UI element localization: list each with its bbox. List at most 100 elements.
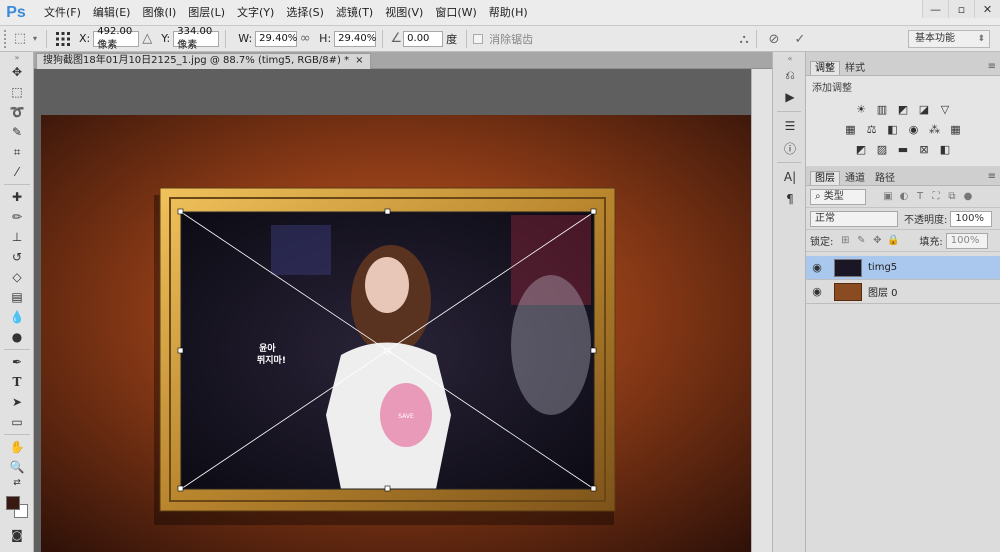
tab-styles[interactable]: 样式 [840,61,870,75]
tab-adjustments[interactable]: 调整 [810,61,840,75]
brush-tool-icon[interactable]: ✏ [0,207,34,227]
menu-image[interactable]: 图像(I) [136,0,182,26]
angle-input[interactable]: 0.00 [403,30,444,47]
invert-icon[interactable]: ◩ [852,141,870,157]
color-balance-icon[interactable]: ⚖ [863,121,881,137]
antialias-checkbox[interactable] [473,33,484,44]
hand-tool-icon[interactable]: ✋ [0,437,34,457]
delta-icon[interactable]: △ [139,30,155,48]
x-input[interactable]: 492.00 像素 [93,26,140,51]
filter-smart-icon[interactable]: ⧉ [944,189,960,205]
color-lookup-icon[interactable]: ▦ [947,121,965,137]
exposure-icon[interactable]: ◪ [915,101,933,117]
move-tool-icon[interactable]: ✥ [0,62,34,82]
filter-pixel-icon[interactable]: ▣ [880,189,896,205]
panel-menu-icon[interactable]: ≡ [988,61,996,72]
selective-color-icon[interactable]: ⊠ [915,141,933,157]
quick-mask-icon[interactable]: ◙ [0,525,34,545]
marquee-tool-icon[interactable]: ⬚ [0,82,34,102]
foreground-color-swatch[interactable] [6,496,20,510]
visibility-eye-icon[interactable]: ◉ [806,285,828,298]
menu-view[interactable]: 视图(V) [379,0,429,26]
lasso-tool-icon[interactable]: ➰ [0,102,34,122]
blend-mode-select[interactable]: 正常 [810,210,898,227]
fill-input[interactable]: 100% [945,232,988,249]
menu-edit[interactable]: 编辑(E) [87,0,137,26]
filter-type-icon[interactable]: T [912,189,928,205]
history-brush-icon[interactable]: ↺ [0,247,34,267]
menu-file[interactable]: 文件(F) [38,0,87,26]
restore-button[interactable]: ▫ [948,0,974,18]
paragraph-icon[interactable]: ¶ [773,188,807,210]
vertical-scrollbar[interactable] [751,69,772,552]
gradient-map-icon[interactable]: ◧ [936,141,954,157]
workspace-select[interactable]: 基本功能 [908,30,990,48]
brightness-icon[interactable]: ☀ [852,101,870,117]
lock-transparent-icon[interactable]: ⊞ [837,233,853,249]
info-icon[interactable]: ⓘ [773,137,807,159]
layer-name[interactable]: timg5 [868,262,897,273]
layer-name[interactable]: 图层 0 [868,284,898,299]
dodge-tool-icon[interactable]: ● [0,327,34,347]
levels-icon[interactable]: ▥ [873,101,891,117]
channel-mixer-icon[interactable]: ⁂ [926,121,944,137]
layer-filter-select[interactable]: ⌕ 类型 [810,188,866,205]
menu-layer[interactable]: 图层(L) [182,0,231,26]
lock-position-icon[interactable]: ✥ [869,233,885,249]
commit-transform-icon[interactable]: ✓ [790,30,810,48]
layer-row[interactable]: ◉ timg5 [806,256,1000,280]
properties-icon[interactable]: ☰ [773,115,807,137]
clone-stamp-icon[interactable]: ⊥ [0,227,34,247]
menu-filter[interactable]: 滤镜(T) [330,0,379,26]
swap-colors-icon[interactable]: ⇄ [0,477,34,489]
reference-point-icon[interactable] [53,30,73,48]
history-icon[interactable]: ⎌ [773,64,807,86]
type-tool-icon[interactable]: T [0,372,34,392]
panel-menu-icon[interactable]: ≡ [988,171,996,182]
transform-tool-icon[interactable]: ⬚ [10,30,30,48]
blur-tool-icon[interactable]: 💧 [0,307,34,327]
menu-select[interactable]: 选择(S) [280,0,330,26]
menu-type[interactable]: 文字(Y) [231,0,280,26]
vibrance-icon[interactable]: ▽ [936,101,954,117]
quick-select-tool-icon[interactable]: ✎ [0,122,34,142]
height-input[interactable]: 29.40% [334,30,376,47]
opacity-input[interactable]: 100% [950,210,993,227]
path-select-icon[interactable]: ➤ [0,392,34,412]
healing-brush-icon[interactable]: ✚ [0,187,34,207]
tab-channels[interactable]: 通道 [840,171,870,185]
close-button[interactable]: ✕ [974,0,1000,18]
toolbox-collapse-icon[interactable]: » [0,52,34,62]
hue-saturation-icon[interactable]: ▦ [842,121,860,137]
layer-row[interactable]: ◉ 图层 0 [806,280,1000,304]
photo-filter-icon[interactable]: ◉ [905,121,923,137]
filter-toggle-icon[interactable]: ● [960,189,976,205]
visibility-eye-icon[interactable]: ◉ [806,261,828,274]
cancel-transform-icon[interactable]: ⊘ [764,30,784,48]
width-input[interactable]: 29.40% [255,30,297,47]
tab-layers[interactable]: 图层 [810,171,840,185]
warp-icon[interactable]: ⛬ [734,30,754,48]
character-icon[interactable]: A| [773,166,807,188]
threshold-icon[interactable]: ▬ [894,141,912,157]
menu-help[interactable]: 帮助(H) [483,0,534,26]
menu-window[interactable]: 窗口(W) [429,0,482,26]
curves-icon[interactable]: ◩ [894,101,912,117]
document-canvas[interactable]: SAVE 윤아 뛰지마! [41,115,751,552]
shape-tool-icon[interactable]: ▭ [0,412,34,432]
crop-tool-icon[interactable]: ⌗ [0,142,34,162]
minimize-button[interactable]: — [922,0,948,18]
lock-all-icon[interactable]: 🔒 [885,233,901,249]
tab-paths[interactable]: 路径 [870,171,900,185]
tab-close-icon[interactable]: × [355,54,363,69]
eraser-tool-icon[interactable]: ◇ [0,267,34,287]
link-icon[interactable]: ∞ [297,30,313,48]
y-input[interactable]: 334.00 像素 [173,26,220,51]
lock-pixels-icon[interactable]: ✎ [853,233,869,249]
black-white-icon[interactable]: ◧ [884,121,902,137]
eyedropper-tool-icon[interactable]: ⁄ [0,162,34,182]
zoom-tool-icon[interactable]: 🔍 [0,457,34,477]
dropdown-arrow-icon[interactable]: ▾ [30,30,40,48]
dock-collapse-icon[interactable]: « [773,52,807,64]
gradient-tool-icon[interactable]: ▤ [0,287,34,307]
